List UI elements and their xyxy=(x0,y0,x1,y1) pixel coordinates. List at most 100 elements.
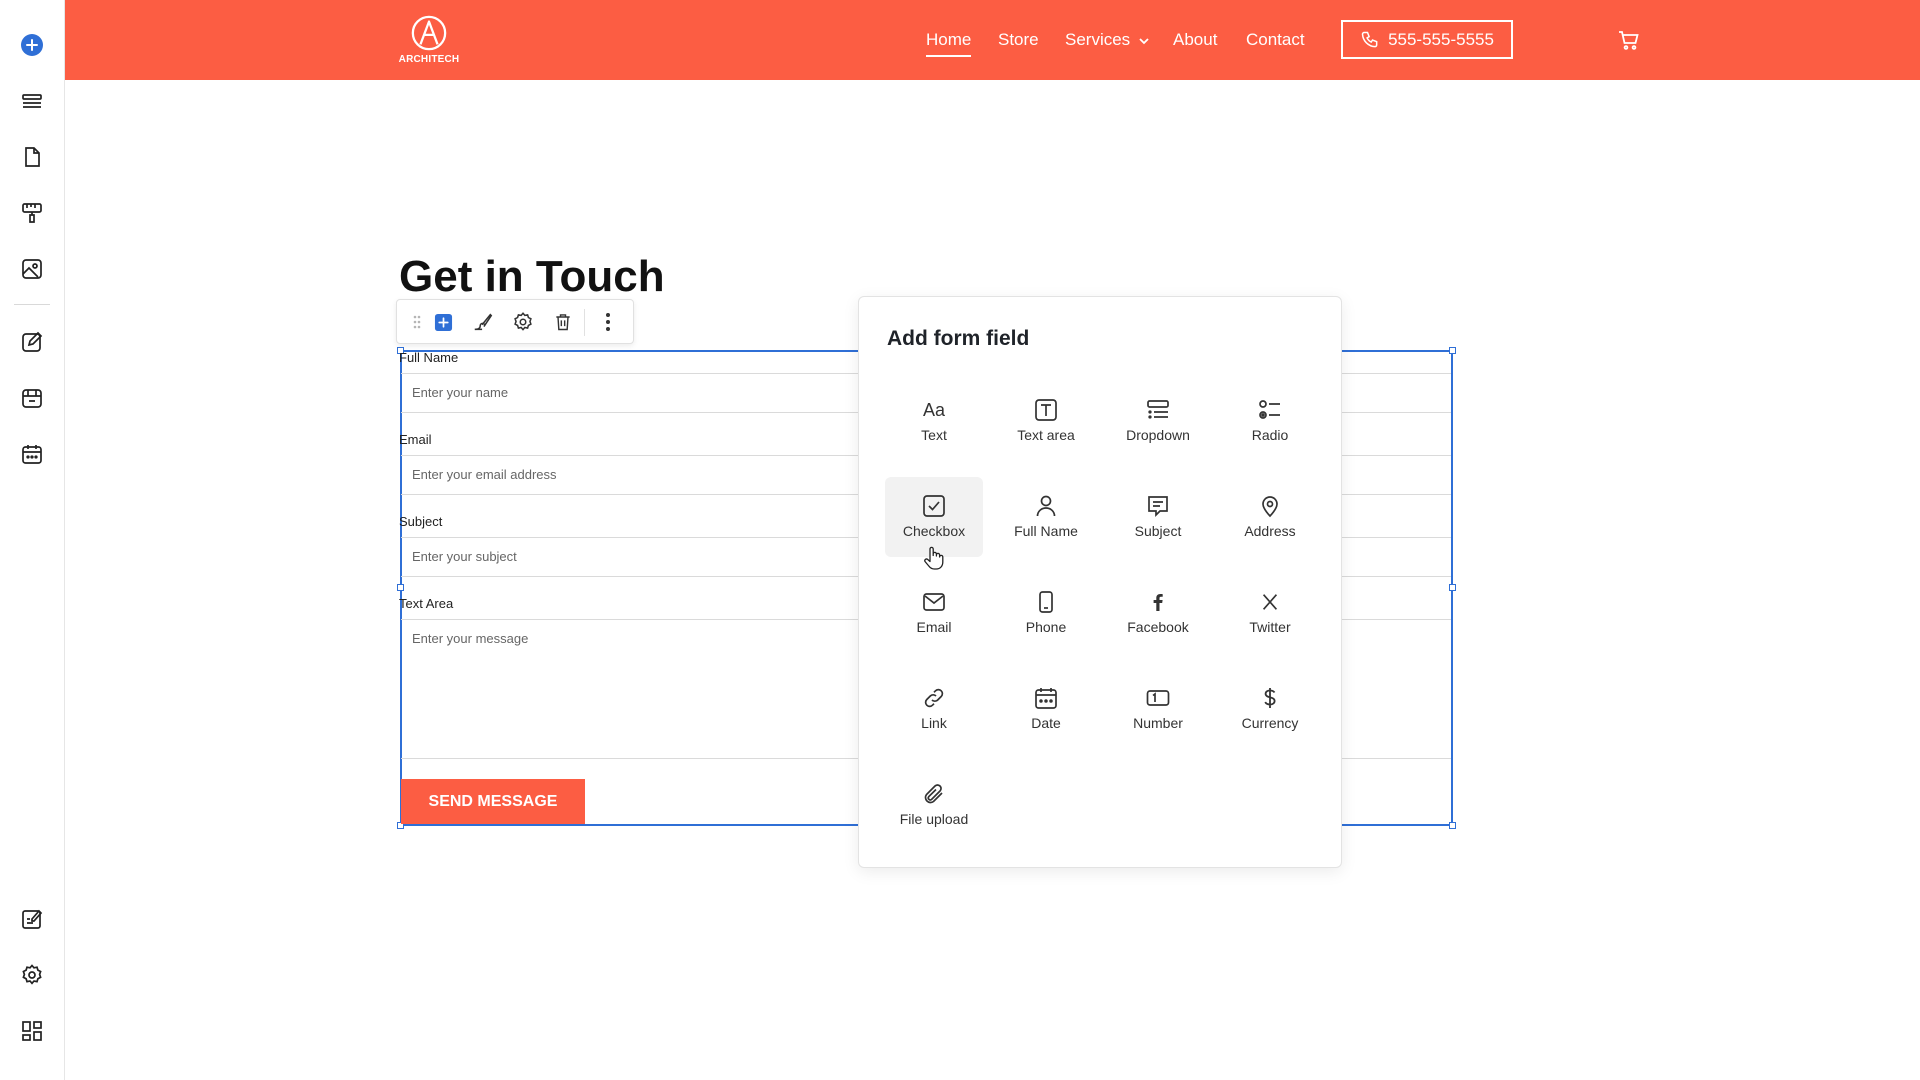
form-field-label: Email xyxy=(916,619,952,635)
pages-button[interactable] xyxy=(16,141,48,173)
form-field-date[interactable]: Date xyxy=(997,669,1095,749)
form-field-label: Twitter xyxy=(1249,619,1291,635)
form-field-dropdown[interactable]: Dropdown xyxy=(1109,381,1207,461)
form-field-label: Text area xyxy=(1017,427,1075,443)
form-field-label: Link xyxy=(921,715,947,731)
form-field-label: Number xyxy=(1133,715,1183,731)
nav-contact[interactable]: Contact xyxy=(1246,30,1305,50)
form-field-label: Address xyxy=(1244,523,1296,539)
form-field-label: Subject xyxy=(1134,523,1182,539)
form-field-label: Full Name xyxy=(1014,523,1078,539)
site-header: ARCHITECH Home Store Services About Cont… xyxy=(65,0,1920,80)
nav-about[interactable]: About xyxy=(1173,30,1217,50)
form-field-twitter[interactable]: Twitter xyxy=(1221,573,1319,653)
text-icon: Aa xyxy=(922,399,946,420)
form-field-currency[interactable]: Currency xyxy=(1221,669,1319,749)
add-element-button[interactable] xyxy=(16,29,48,61)
sidebar-divider xyxy=(14,304,50,305)
radio-icon xyxy=(1259,400,1280,419)
settings-icon xyxy=(514,312,532,331)
form-field-label: Text xyxy=(921,427,947,443)
form-field-label: Currency xyxy=(1241,715,1299,731)
logo-text: ARCHITECH xyxy=(398,54,460,65)
site-content-button[interactable] xyxy=(16,903,48,935)
form-field-text-area[interactable]: Text area xyxy=(997,381,1095,461)
x-twitter-icon xyxy=(1262,594,1278,610)
blog-edit-icon xyxy=(22,909,43,929)
facebook-icon xyxy=(1153,594,1163,611)
add-field-icon xyxy=(434,313,452,331)
message-textarea[interactable]: Enter your message xyxy=(412,631,528,646)
mail-icon xyxy=(923,593,945,611)
send-message-button[interactable]: SEND MESSAGE xyxy=(401,779,585,824)
edit-icon xyxy=(22,331,43,352)
nav-store[interactable]: Store xyxy=(998,30,1039,50)
form-field-address[interactable]: Address xyxy=(1221,477,1319,557)
nav-services-label: Services xyxy=(1065,30,1131,49)
resize-handle-right[interactable] xyxy=(1449,584,1456,591)
editor-sidebar xyxy=(0,0,65,1080)
subject-icon xyxy=(1148,496,1168,518)
checkbox-icon xyxy=(923,495,945,517)
more-icon xyxy=(606,313,610,331)
add-icon xyxy=(21,34,43,56)
architech-logo-icon xyxy=(411,15,447,51)
page-heading: Get in Touch xyxy=(399,252,665,301)
store-button[interactable] xyxy=(16,382,48,414)
form-field-label: Checkbox xyxy=(902,523,966,539)
element-settings-button[interactable] xyxy=(512,311,534,333)
design-button[interactable] xyxy=(16,197,48,229)
drag-handle[interactable] xyxy=(406,311,428,333)
form-field-facebook[interactable]: Facebook xyxy=(1109,573,1207,653)
form-field-text[interactable]: Aa Text xyxy=(885,381,983,461)
style-brush-icon xyxy=(474,313,493,331)
layers-button[interactable] xyxy=(16,85,48,117)
page-icon xyxy=(25,147,40,167)
number-icon xyxy=(1146,690,1170,706)
form-field-email[interactable]: Email xyxy=(885,573,983,653)
form-field-link[interactable]: Link xyxy=(885,669,983,749)
form-field-label: Phone xyxy=(1025,619,1067,635)
delete-icon xyxy=(556,314,570,331)
form-field-label: Dropdown xyxy=(1126,427,1190,443)
add-form-field-popup: Add form field Aa Text Text area Dropdow… xyxy=(858,296,1342,868)
apps-icon xyxy=(22,1021,42,1041)
full-name-input[interactable]: Enter your name xyxy=(412,385,508,400)
apps-button[interactable] xyxy=(16,1015,48,1047)
cart-button[interactable] xyxy=(1617,28,1641,56)
element-toolbar xyxy=(396,299,634,344)
logo[interactable]: ARCHITECH xyxy=(398,14,460,66)
store-icon xyxy=(22,389,42,408)
delete-button[interactable] xyxy=(552,311,574,333)
phone-icon xyxy=(1361,31,1378,47)
subject-input[interactable]: Enter your subject xyxy=(412,549,517,564)
phone-number: 555-555-5555 xyxy=(1388,29,1494,49)
style-button[interactable] xyxy=(472,311,494,333)
settings-button[interactable] xyxy=(16,959,48,991)
form-field-subject[interactable]: Subject xyxy=(1109,477,1207,557)
resize-handle-bottom-right[interactable] xyxy=(1449,822,1456,829)
calendar-icon xyxy=(1035,688,1057,709)
phone-button[interactable]: 555-555-5555 xyxy=(1341,20,1513,59)
form-field-full-name[interactable]: Full Name xyxy=(997,477,1095,557)
nav-home[interactable]: Home xyxy=(926,30,972,57)
media-button[interactable] xyxy=(16,253,48,285)
form-field-number[interactable]: Number xyxy=(1109,669,1207,749)
form-field-label: Radio xyxy=(1251,427,1289,443)
form-field-file-upload[interactable]: File upload xyxy=(885,765,983,845)
form-field-phone[interactable]: Phone xyxy=(997,573,1095,653)
resize-handle-top-right[interactable] xyxy=(1449,347,1456,354)
image-icon xyxy=(22,259,42,279)
form-field-radio[interactable]: Radio xyxy=(1221,381,1319,461)
user-icon xyxy=(1036,495,1056,517)
hand-cursor-icon xyxy=(922,545,946,575)
resize-handle-left[interactable] xyxy=(397,584,404,591)
blog-button[interactable] xyxy=(16,326,48,358)
cart-icon xyxy=(1619,31,1639,50)
email-input[interactable]: Enter your email address xyxy=(412,467,557,482)
more-options-button[interactable] xyxy=(597,311,619,333)
form-field-label: File upload xyxy=(899,811,969,827)
nav-services[interactable]: Services xyxy=(1065,30,1150,50)
bookings-button[interactable] xyxy=(16,438,48,470)
add-field-button[interactable] xyxy=(432,311,454,333)
